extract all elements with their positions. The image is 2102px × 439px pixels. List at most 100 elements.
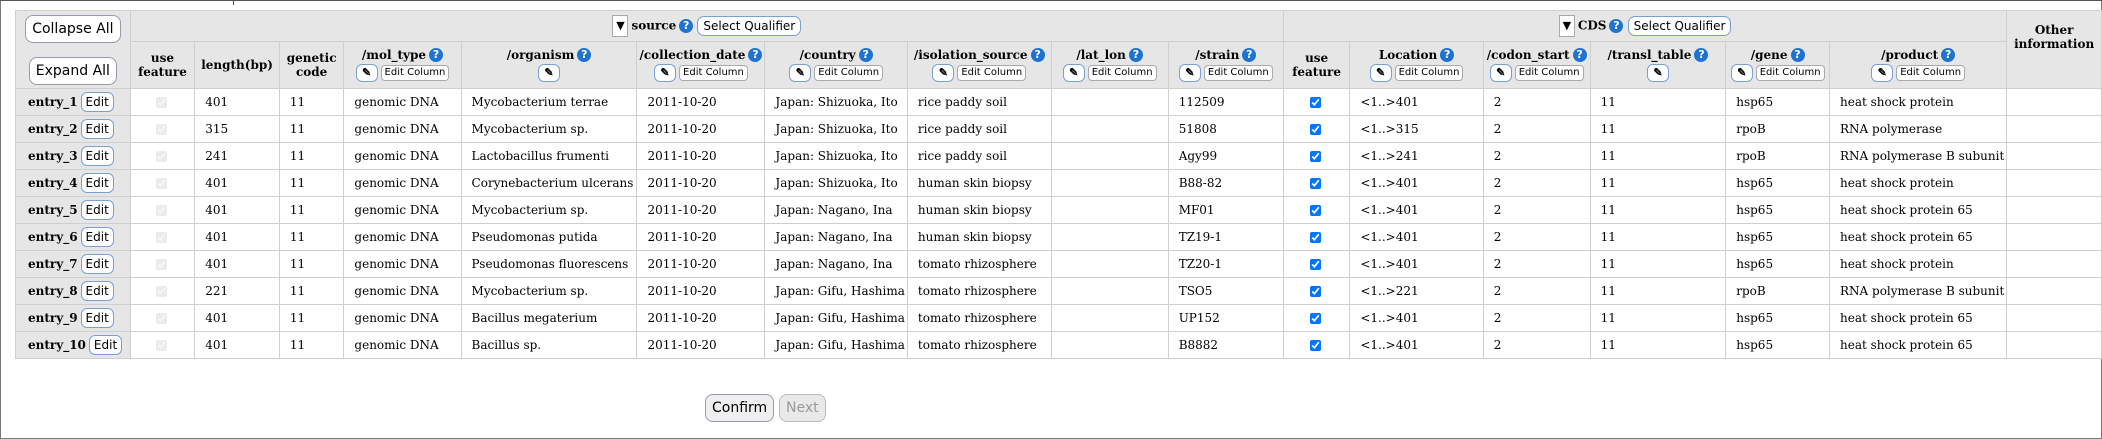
length-cell[interactable]: 221: [194, 277, 280, 305]
code-cell[interactable]: 11: [278, 115, 345, 143]
organism-cell[interactable]: Bacillus sp.: [460, 331, 638, 359]
transl-cell[interactable]: 11: [1589, 250, 1727, 278]
gene-cell[interactable]: hsp65: [1725, 250, 1830, 278]
source-use-feature-checkbox[interactable]: [155, 313, 167, 324]
codon-cell[interactable]: 2: [1482, 331, 1591, 359]
transl-cell[interactable]: 11: [1589, 223, 1727, 251]
lat-lon-cell[interactable]: [1050, 142, 1169, 170]
date-cell[interactable]: 2011-10-20: [636, 331, 766, 359]
code-cell[interactable]: 11: [278, 250, 345, 278]
edit-entry-button[interactable]: Edit: [80, 119, 114, 139]
location-cell[interactable]: <1..>315: [1349, 115, 1484, 143]
codon-cell[interactable]: 2: [1482, 196, 1591, 224]
cds-use-feature-checkbox[interactable]: [1310, 151, 1322, 162]
isolation-cell[interactable]: tomato rhizosphere: [906, 331, 1052, 359]
other-information-cell[interactable]: [2006, 88, 2102, 116]
help-icon[interactable]: ?: [1572, 48, 1587, 63]
transl-cell[interactable]: 11: [1589, 88, 1727, 116]
isolation-cell[interactable]: human skin biopsy: [906, 223, 1052, 251]
organism-cell[interactable]: Mycobacterium sp.: [460, 277, 638, 305]
codon-cell[interactable]: 2: [1482, 142, 1591, 170]
help-icon[interactable]: ?: [1790, 48, 1805, 63]
isolation-cell[interactable]: human skin biopsy: [906, 196, 1052, 224]
product-cell[interactable]: heat shock protein 65: [1828, 304, 2008, 332]
date-cell[interactable]: 2011-10-20: [636, 115, 766, 143]
gene-cell[interactable]: rpoB: [1725, 277, 1830, 305]
location-cell[interactable]: <1..>401: [1349, 331, 1484, 359]
codon-cell[interactable]: 2: [1482, 250, 1591, 278]
edit-column-button[interactable]: Edit Column: [1394, 65, 1464, 82]
mol-type-cell[interactable]: genomic DNA: [343, 223, 462, 251]
lat-lon-cell[interactable]: [1050, 115, 1169, 143]
length-cell[interactable]: 401: [194, 88, 280, 116]
length-cell[interactable]: 241: [194, 142, 280, 170]
codon-cell[interactable]: 2: [1482, 223, 1591, 251]
product-cell[interactable]: heat shock protein: [1828, 250, 2008, 278]
date-cell[interactable]: 2011-10-20: [636, 250, 766, 278]
gene-cell[interactable]: rpoB: [1725, 115, 1830, 143]
product-cell[interactable]: heat shock protein 65: [1828, 223, 2008, 251]
organism-cell[interactable]: Lactobacillus frumenti: [460, 142, 638, 170]
code-cell[interactable]: 11: [278, 331, 345, 359]
organism-cell[interactable]: Corynebacterium ulcerans: [460, 169, 638, 197]
code-cell[interactable]: 11: [278, 142, 345, 170]
edit-column-button[interactable]: Edit Column: [1087, 65, 1157, 82]
edit-entry-button[interactable]: Edit: [80, 173, 114, 193]
length-cell[interactable]: 401: [194, 331, 280, 359]
lat-lon-cell[interactable]: [1050, 88, 1169, 116]
help-icon[interactable]: ?: [858, 48, 873, 63]
other-information-cell[interactable]: [2006, 331, 2102, 359]
strain-cell[interactable]: 112509: [1167, 88, 1284, 116]
edit-entry-button[interactable]: Edit: [80, 308, 114, 328]
product-cell[interactable]: heat shock protein 65: [1828, 196, 2008, 224]
help-icon[interactable]: ?: [679, 19, 694, 33]
help-icon[interactable]: ?: [429, 48, 444, 63]
codon-cell[interactable]: 2: [1482, 88, 1591, 116]
date-cell[interactable]: 2011-10-20: [636, 223, 766, 251]
organism-cell[interactable]: Pseudomonas putida: [460, 223, 638, 251]
help-icon[interactable]: ?: [1440, 48, 1455, 63]
gene-cell[interactable]: hsp65: [1725, 331, 1830, 359]
source-use-feature-checkbox[interactable]: [155, 178, 167, 189]
date-cell[interactable]: 2011-10-20: [636, 277, 766, 305]
codon-cell[interactable]: 2: [1482, 169, 1591, 197]
lat-lon-cell[interactable]: [1050, 331, 1169, 359]
cds-select-qualifier-button[interactable]: Select Qualifier: [1627, 15, 1732, 36]
country-cell[interactable]: Japan: Shizuoka, Ito: [764, 88, 908, 116]
source-use-feature-checkbox[interactable]: [155, 232, 167, 243]
edit-entry-button[interactable]: Edit: [88, 335, 123, 355]
codon-cell[interactable]: 2: [1482, 277, 1591, 305]
transl-cell[interactable]: 11: [1589, 142, 1727, 170]
transl-cell[interactable]: 11: [1589, 169, 1727, 197]
date-cell[interactable]: 2011-10-20: [636, 88, 766, 116]
organism-cell[interactable]: Mycobacterium sp.: [460, 115, 638, 143]
location-cell[interactable]: <1..>401: [1349, 196, 1484, 224]
cds-use-feature-checkbox[interactable]: [1310, 205, 1322, 216]
source-use-feature-checkbox[interactable]: [155, 286, 167, 297]
country-cell[interactable]: Japan: Shizuoka, Ito: [764, 115, 908, 143]
date-cell[interactable]: 2011-10-20: [636, 304, 766, 332]
cds-use-feature-checkbox[interactable]: [1310, 232, 1322, 243]
gene-cell[interactable]: rpoB: [1725, 142, 1830, 170]
edit-entry-button[interactable]: Edit: [80, 200, 114, 220]
mol-type-cell[interactable]: genomic DNA: [343, 196, 462, 224]
codon-cell[interactable]: 2: [1482, 304, 1591, 332]
mol-type-cell[interactable]: genomic DNA: [343, 331, 462, 359]
isolation-cell[interactable]: rice paddy soil: [906, 88, 1052, 116]
collapse-all-button[interactable]: Collapse All: [25, 14, 121, 43]
edit-column-button[interactable]: Edit Column: [679, 65, 748, 82]
other-information-cell[interactable]: [2006, 115, 2102, 143]
isolation-cell[interactable]: tomato rhizosphere: [906, 250, 1052, 278]
strain-cell[interactable]: TZ19-1: [1167, 223, 1284, 251]
lat-lon-cell[interactable]: [1050, 277, 1169, 305]
mol-type-cell[interactable]: genomic DNA: [343, 88, 462, 116]
pencil-icon[interactable]: ✎: [789, 64, 812, 83]
cds-use-feature-checkbox[interactable]: [1310, 340, 1322, 351]
product-cell[interactable]: heat shock protein: [1828, 88, 2008, 116]
cds-use-feature-checkbox[interactable]: [1310, 286, 1322, 297]
organism-cell[interactable]: Bacillus megaterium: [460, 304, 638, 332]
help-icon[interactable]: ?: [577, 48, 592, 63]
source-use-feature-checkbox[interactable]: [155, 340, 167, 351]
cds-use-feature-checkbox[interactable]: [1310, 124, 1322, 135]
mol-type-cell[interactable]: genomic DNA: [343, 115, 462, 143]
